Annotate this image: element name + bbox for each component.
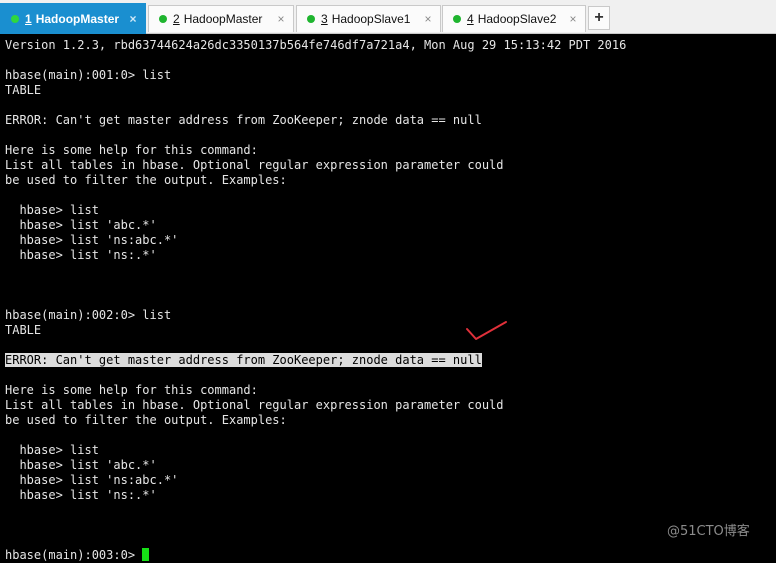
terminal-cursor: [142, 548, 150, 561]
session-status-dot-icon: [307, 15, 315, 23]
highlighted-error-text: ERROR: Can't get master address from Zoo…: [5, 353, 482, 367]
tab-label: HadoopSlave2: [477, 12, 557, 26]
terminal-line-text: be used to filter the output. Examples:: [5, 173, 287, 187]
session-status-dot-icon: [453, 15, 461, 23]
terminal-line-text: hbase(main):001:0> list: [5, 68, 172, 82]
tab-label: HadoopSlave1: [331, 12, 411, 26]
terminal-line-text: ERROR: Can't get master address from Zoo…: [5, 113, 482, 127]
session-status-dot-icon: [11, 15, 19, 23]
tab-label: HadoopMaster: [35, 12, 120, 26]
terminal-line-text: hbase> list 'ns:.*': [5, 248, 157, 262]
close-icon[interactable]: ×: [420, 12, 436, 26]
tab-number: 1: [25, 12, 32, 26]
terminal-line: hbase> list 'ns:abc.*': [5, 473, 178, 488]
close-icon[interactable]: ×: [125, 12, 141, 26]
terminal-line: TABLE: [5, 323, 41, 338]
terminal-line: List all tables in hbase. Optional regul…: [5, 158, 504, 173]
terminal-line-text: hbase> list: [5, 443, 99, 457]
close-icon[interactable]: ×: [273, 12, 289, 26]
terminal-line-text: List all tables in hbase. Optional regul…: [5, 158, 504, 172]
terminal-line-text: hbase> list 'ns:.*': [5, 488, 157, 502]
terminal-line: hbase> list: [5, 203, 99, 218]
watermark: @51CTO博客: [667, 524, 750, 539]
terminal-line: Version 1.2.3, rbd63744624a26dc3350137b5…: [5, 38, 626, 53]
terminal-line: List all tables in hbase. Optional regul…: [5, 398, 504, 413]
terminal-line: be used to filter the output. Examples:: [5, 413, 287, 428]
terminal-line: hbase> list 'ns:abc.*': [5, 233, 178, 248]
terminal-line-text: hbase(main):003:0>: [5, 548, 143, 562]
terminal-line-text: Here is some help for this command:: [5, 383, 258, 397]
tab-hadoopslave2[interactable]: 4 HadoopSlave2 ×: [442, 5, 586, 32]
new-tab-button[interactable]: +: [588, 6, 610, 30]
tab-number: 4: [467, 12, 474, 26]
terminal-line: hbase> list 'abc.*': [5, 218, 157, 233]
terminal-line-text: Version 1.2.3, rbd63744624a26dc3350137b5…: [5, 38, 627, 52]
terminal-line-text: hbase> list 'abc.*': [5, 458, 157, 472]
terminal-line-text: Here is some help for this command:: [5, 143, 258, 157]
terminal-line: ERROR: Can't get master address from Zoo…: [5, 113, 482, 128]
terminal-output[interactable]: Version 1.2.3, rbd63744624a26dc3350137b5…: [0, 34, 776, 562]
terminal-line-text: hbase> list: [5, 203, 99, 217]
terminal-line-text: be used to filter the output. Examples:: [5, 413, 287, 427]
tab-hadoopmaster-2[interactable]: 2 HadoopMaster ×: [148, 5, 294, 32]
terminal-line: hbase(main):002:0> list: [5, 308, 171, 323]
terminal-line: hbase> list: [5, 443, 99, 458]
terminal-line: hbase(main):001:0> list: [5, 68, 171, 83]
terminal-line: hbase(main):003:0>: [5, 548, 150, 563]
tab-hadoopmaster-1[interactable]: 1 HadoopMaster ×: [0, 3, 146, 34]
tab-hadoopslave1[interactable]: 3 HadoopSlave1 ×: [296, 5, 441, 32]
terminal-line-text: hbase> list 'ns:abc.*': [5, 233, 179, 247]
session-status-dot-icon: [159, 15, 167, 23]
terminal-line: Here is some help for this command:: [5, 383, 258, 398]
terminal-line-text: List all tables in hbase. Optional regul…: [5, 398, 504, 412]
terminal-line: ERROR: Can't get master address from Zoo…: [5, 353, 482, 368]
terminal-line: Here is some help for this command:: [5, 143, 258, 158]
close-icon[interactable]: ×: [565, 12, 581, 26]
terminal-line-text: hbase(main):002:0> list: [5, 308, 172, 322]
checkmark-annotation-icon: [466, 321, 507, 340]
terminal-line: hbase> list 'abc.*': [5, 458, 157, 473]
terminal-line: be used to filter the output. Examples:: [5, 173, 287, 188]
terminal-line-text: TABLE: [5, 83, 42, 97]
terminal-line-text: TABLE: [5, 323, 42, 337]
tab-label: HadoopMaster: [183, 12, 263, 26]
terminal-line-text: hbase> list 'abc.*': [5, 218, 157, 232]
terminal-line: hbase> list 'ns:.*': [5, 248, 157, 263]
tab-number: 2: [173, 12, 180, 26]
session-tab-bar: 1 HadoopMaster × 2 HadoopMaster × 3 Hado…: [0, 0, 776, 34]
terminal-line-text: hbase> list 'ns:abc.*': [5, 473, 179, 487]
terminal-line: TABLE: [5, 83, 41, 98]
tab-number: 3: [321, 12, 328, 26]
terminal-line: hbase> list 'ns:.*': [5, 488, 157, 503]
